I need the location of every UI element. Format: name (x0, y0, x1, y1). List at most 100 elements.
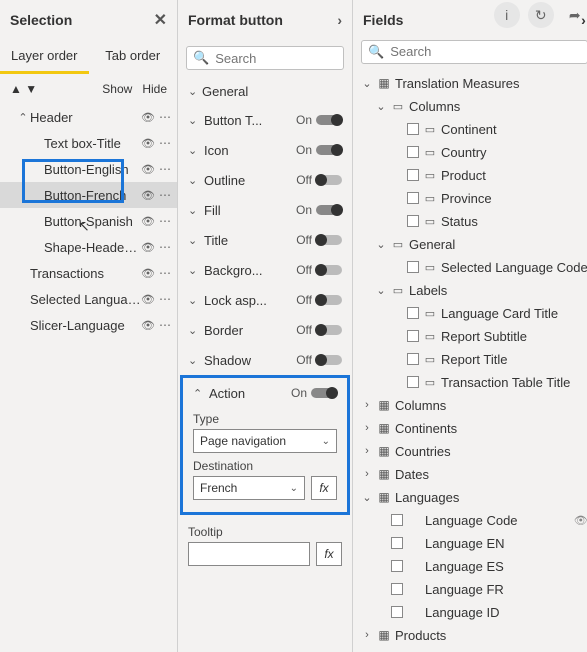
field-row[interactable]: ⌄General (357, 233, 587, 256)
fields-search[interactable]: 🔍 (361, 40, 587, 64)
visibility-icon[interactable] (141, 266, 155, 280)
checkbox[interactable] (391, 606, 403, 618)
checkbox[interactable] (407, 376, 419, 388)
property-row[interactable]: ⌄IconOn (178, 135, 352, 165)
history-icon[interactable]: ↻ (528, 2, 554, 28)
more-icon[interactable] (159, 266, 171, 280)
fields-search-input[interactable] (390, 44, 581, 59)
checkbox[interactable] (391, 560, 403, 572)
field-row[interactable]: ›Countries (357, 440, 587, 463)
property-row[interactable]: ⌄BorderOff (178, 315, 352, 345)
visibility-icon[interactable] (141, 214, 155, 228)
field-row[interactable]: Selected Language Code (357, 256, 587, 279)
field-row[interactable]: ⌄Labels (357, 279, 587, 302)
field-row[interactable]: Province (357, 187, 587, 210)
field-row[interactable]: Language ID (357, 601, 587, 624)
checkbox[interactable] (407, 261, 419, 273)
field-row[interactable]: ›Dates (357, 463, 587, 486)
property-row[interactable]: ⌄OutlineOff (178, 165, 352, 195)
more-icon[interactable] (159, 318, 171, 332)
more-icon[interactable] (159, 110, 171, 124)
more-icon[interactable] (159, 292, 171, 306)
field-row[interactable]: ›Products (357, 624, 587, 647)
destination-select[interactable]: French⌄ (193, 476, 305, 500)
toggle[interactable]: Off (296, 173, 342, 187)
more-icon[interactable] (159, 240, 171, 254)
checkbox[interactable] (407, 169, 419, 181)
info-icon[interactable]: i (494, 2, 520, 28)
field-row[interactable]: Report Subtitle (357, 325, 587, 348)
field-row[interactable]: ⌄Translation Measures (357, 72, 587, 95)
checkbox[interactable] (391, 514, 403, 526)
visibility-icon[interactable] (141, 240, 155, 254)
checkbox[interactable] (391, 537, 403, 549)
toggle[interactable]: Off (296, 353, 342, 367)
type-select[interactable]: Page navigation⌄ (193, 429, 337, 453)
visibility-icon[interactable] (141, 292, 155, 306)
field-row[interactable]: Product (357, 164, 587, 187)
more-icon[interactable] (159, 162, 171, 176)
field-row[interactable]: Transaction Table Title (357, 371, 587, 394)
field-row[interactable]: Country (357, 141, 587, 164)
layer-item[interactable]: Transactions (0, 260, 177, 286)
collapse-icon[interactable]: › (337, 12, 342, 28)
more-icon[interactable] (159, 188, 171, 202)
toggle[interactable]: Off (296, 293, 342, 307)
checkbox[interactable] (391, 583, 403, 595)
property-row[interactable]: ⌄ShadowOff (178, 345, 352, 375)
show-button[interactable]: Show (102, 82, 132, 96)
visibility-icon[interactable] (141, 110, 155, 124)
field-row[interactable]: Language FR (357, 578, 587, 601)
more-icon[interactable] (159, 214, 171, 228)
visibility-icon[interactable] (141, 318, 155, 332)
visibility-icon[interactable] (141, 162, 155, 176)
checkbox[interactable] (407, 353, 419, 365)
toggle[interactable]: Off (296, 263, 342, 277)
toggle[interactable]: Off (296, 233, 342, 247)
hide-button[interactable]: Hide (142, 82, 167, 96)
layer-item[interactable]: Slicer-Language (0, 312, 177, 338)
property-row[interactable]: ⌄Lock asp...Off (178, 285, 352, 315)
field-row[interactable]: ›Columns (357, 394, 587, 417)
checkbox[interactable] (407, 123, 419, 135)
field-row[interactable]: ⌄Languages (357, 486, 587, 509)
close-icon[interactable]: ✕ (154, 10, 167, 30)
layer-item[interactable]: Button-French (0, 182, 177, 208)
checkbox[interactable] (407, 330, 419, 342)
field-row[interactable]: Report Title (357, 348, 587, 371)
checkbox[interactable] (407, 192, 419, 204)
fx-button[interactable]: fx (311, 476, 337, 500)
checkbox[interactable] (407, 307, 419, 319)
toggle[interactable]: Off (296, 323, 342, 337)
checkbox[interactable] (407, 215, 419, 227)
field-row[interactable]: Language Code👁 (357, 509, 587, 532)
field-row[interactable]: Status (357, 210, 587, 233)
field-row[interactable]: Language Card Title (357, 302, 587, 325)
field-row[interactable]: ⌄Columns (357, 95, 587, 118)
property-action[interactable]: ⌃ Action On (183, 378, 347, 408)
visibility-icon[interactable] (141, 136, 155, 150)
fx-button[interactable]: fx (316, 542, 342, 566)
toggle[interactable]: On (296, 113, 342, 127)
field-row[interactable]: ›Continents (357, 417, 587, 440)
visibility-icon[interactable] (141, 188, 155, 202)
toggle[interactable]: On (296, 203, 342, 217)
tooltip-input[interactable] (188, 542, 310, 566)
tab-layer-order[interactable]: Layer order (0, 40, 89, 74)
toggle[interactable]: On (296, 143, 342, 157)
property-row[interactable]: ⌄Button T...On (178, 105, 352, 135)
layer-item[interactable]: Selected Language C... (0, 286, 177, 312)
property-row[interactable]: ⌄FillOn (178, 195, 352, 225)
section-general[interactable]: ⌄ General (178, 76, 352, 105)
field-row[interactable]: Continent (357, 118, 587, 141)
layer-item[interactable]: ⌃Header (0, 104, 177, 130)
more-icon[interactable] (159, 136, 171, 150)
property-row[interactable]: ⌄Backgro...Off (178, 255, 352, 285)
field-row[interactable]: Language ES (357, 555, 587, 578)
field-row[interactable]: Language EN (357, 532, 587, 555)
layer-move-arrows[interactable]: ▲ ▼ (10, 82, 37, 96)
property-row[interactable]: ⌄TitleOff (178, 225, 352, 255)
toggle-action[interactable]: On (291, 386, 337, 400)
layer-item[interactable]: Text box-Title (0, 130, 177, 156)
layer-item[interactable]: Shape-Header Ba... (0, 234, 177, 260)
